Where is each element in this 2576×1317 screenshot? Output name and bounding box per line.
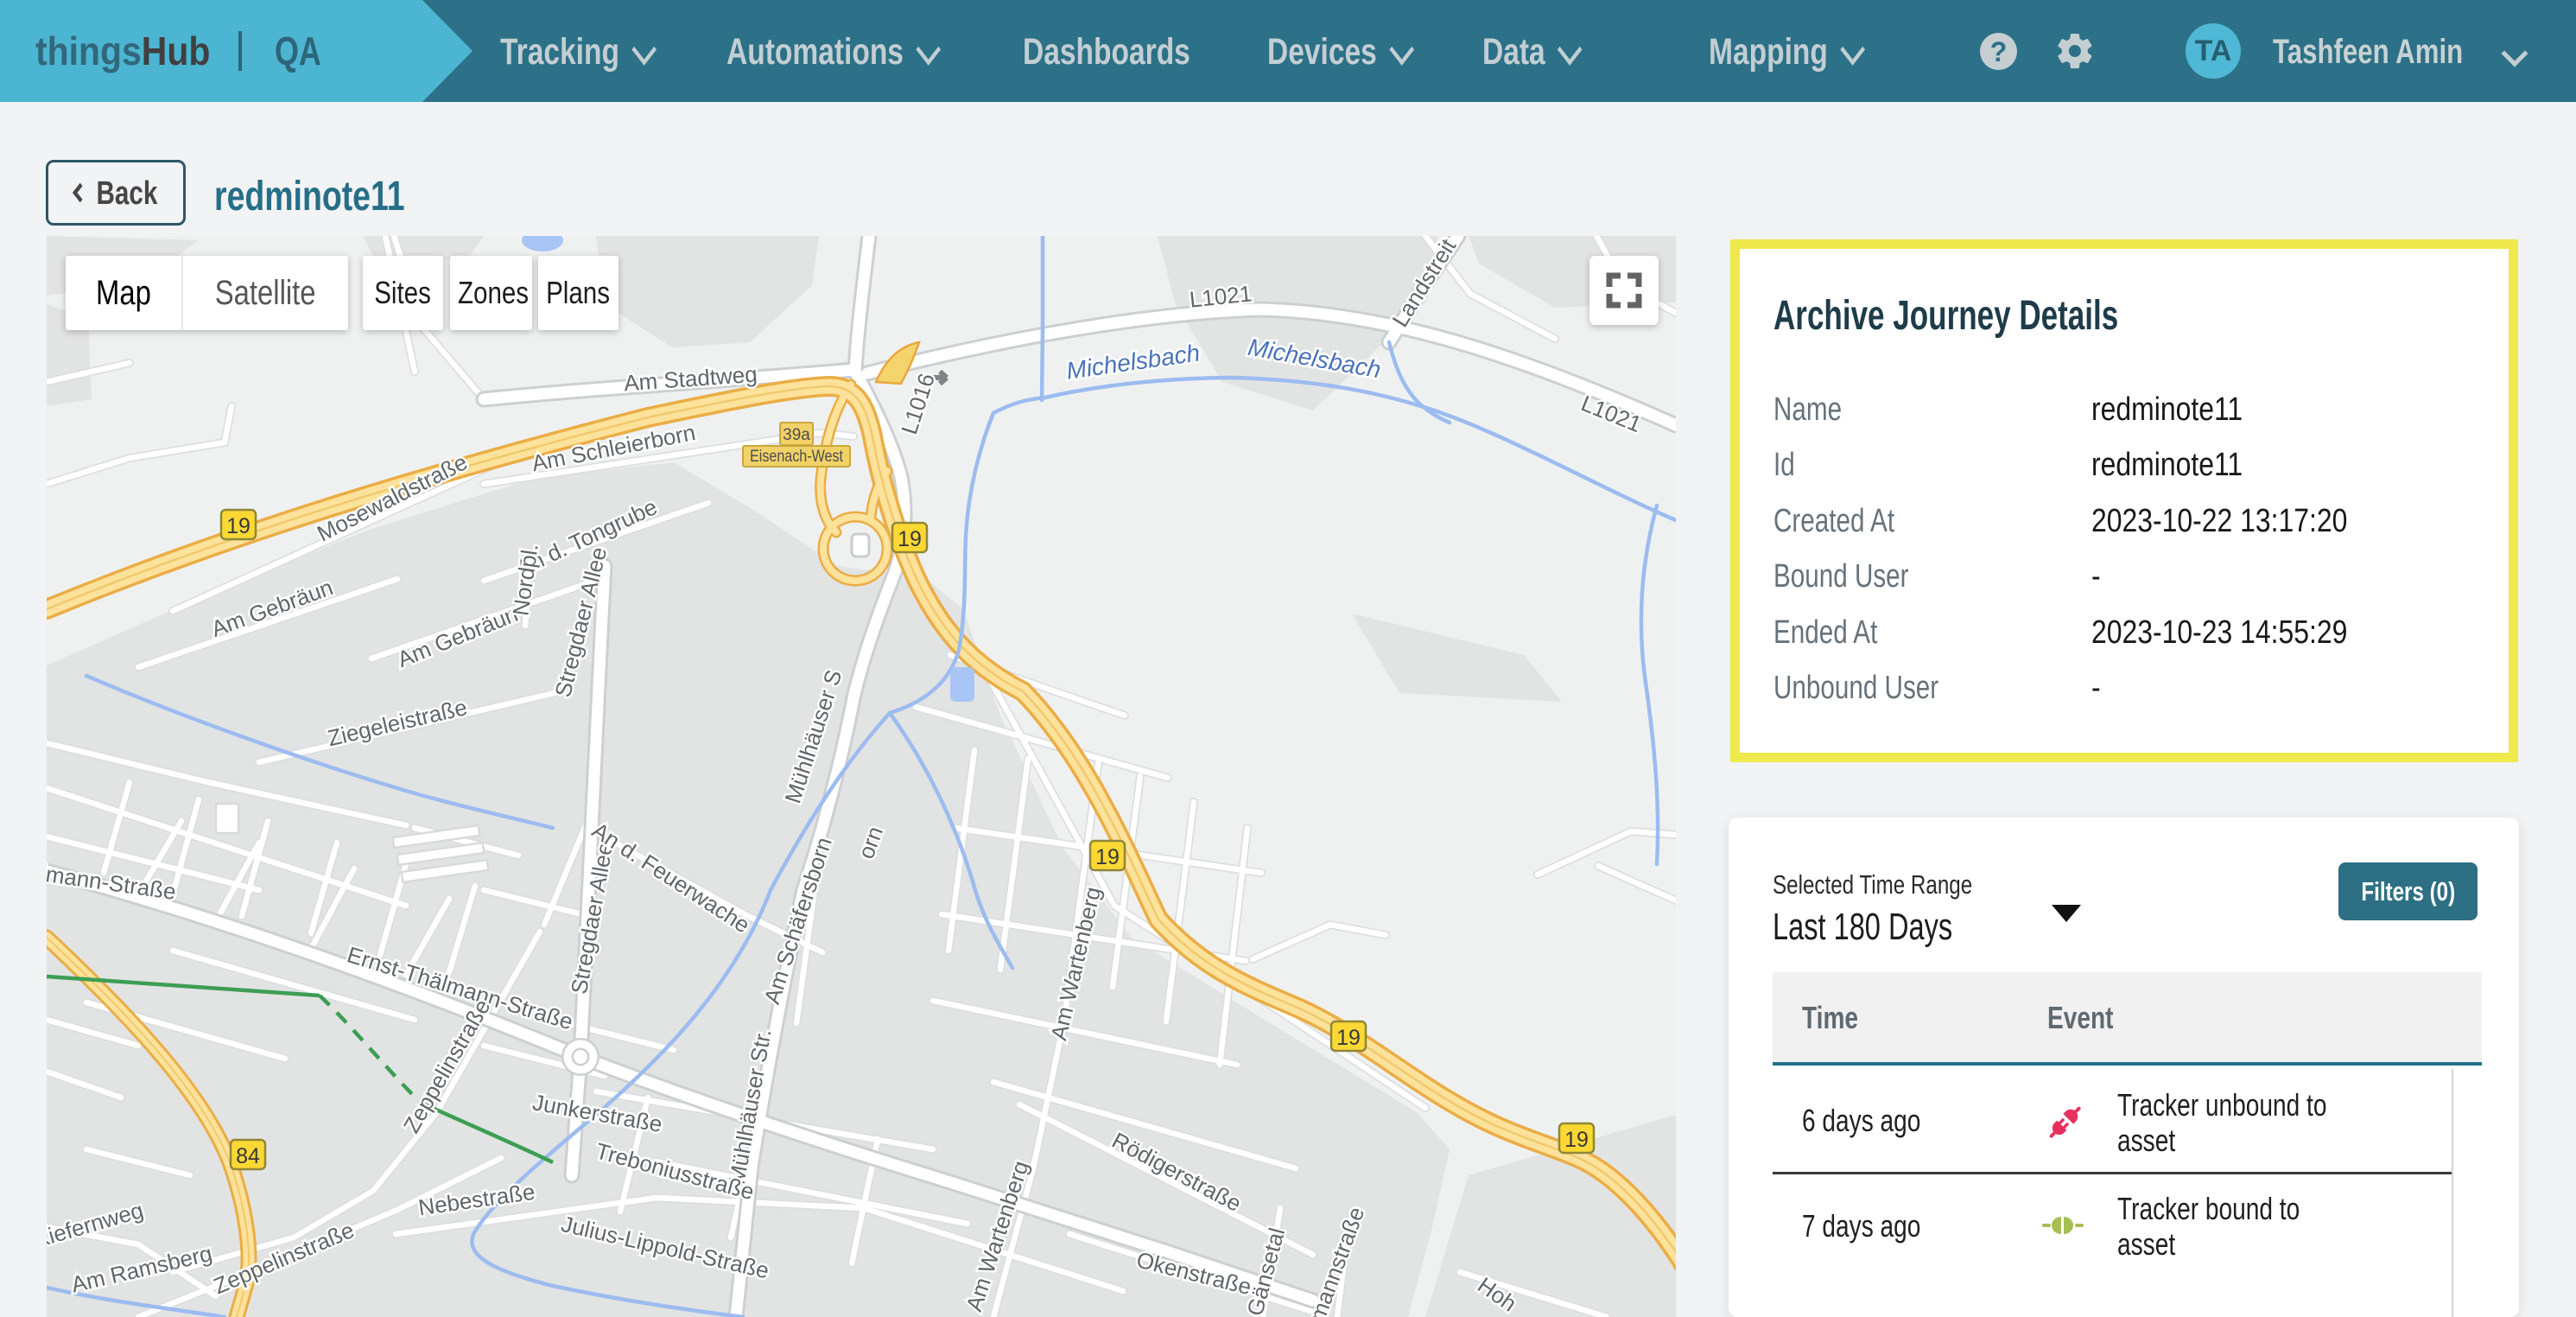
svg-text:19: 19 — [1336, 1026, 1361, 1050]
svg-text:19: 19 — [1564, 1128, 1589, 1152]
svg-text:39a: 39a — [783, 426, 810, 444]
svg-text:19: 19 — [1095, 845, 1120, 869]
svg-text:84: 84 — [236, 1144, 260, 1168]
svg-text:19: 19 — [226, 514, 251, 538]
svg-text:19: 19 — [898, 527, 922, 551]
svg-text:Eisenach-West: Eisenach-West — [750, 448, 844, 466]
